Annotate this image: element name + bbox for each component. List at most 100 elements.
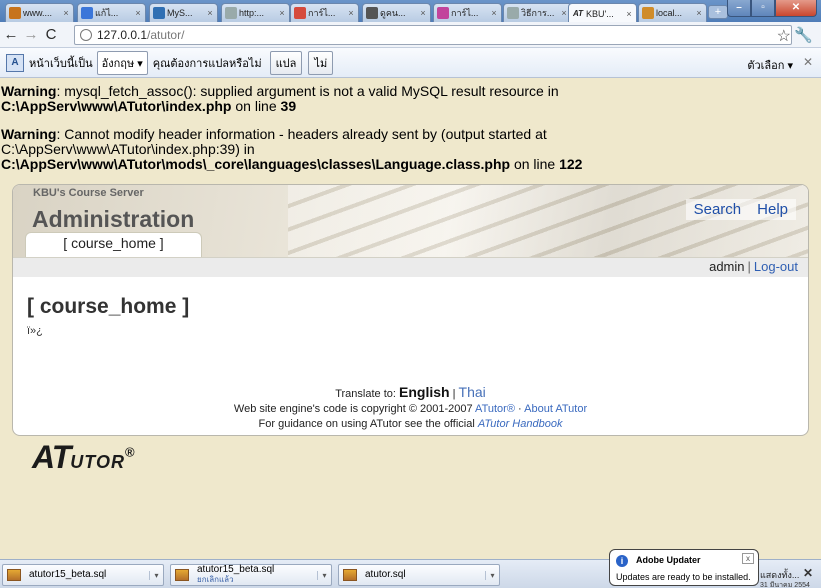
notification-close-icon[interactable]: x — [742, 553, 754, 564]
new-tab-button[interactable]: + — [708, 5, 728, 19]
translate-options-menu[interactable]: ตัวเลือก ▾ — [747, 56, 793, 74]
logo-rest: UTOR — [70, 452, 125, 472]
atutor-page: KBU's Course Server Administration [ cou… — [12, 184, 809, 436]
tab-title: การ์ไ... — [308, 8, 336, 18]
shelf-close-icon[interactable]: ✕ — [803, 566, 813, 580]
reload-button[interactable]: C — [42, 26, 60, 43]
warning-path: C:\AppServ\www\ATutor\mods\_core\languag… — [1, 156, 511, 172]
download-item[interactable]: atutor15_beta.sql ▾ — [2, 564, 164, 586]
cube-icon — [9, 7, 21, 19]
translate-infobar: A หน้าเว็บนี้เป็น อังกฤษ ▾ คุณต้องการแปล… — [0, 48, 821, 78]
tab-close-icon[interactable]: × — [205, 8, 215, 18]
translate-to-line: Translate to: English | Thai — [13, 385, 808, 402]
globe-icon — [80, 29, 92, 41]
garbled-text: ï»¿ — [27, 325, 43, 337]
help-link[interactable]: Help — [757, 201, 788, 218]
tab-close-icon[interactable]: × — [624, 9, 634, 19]
wrench-menu-icon[interactable]: 🔧 — [794, 26, 813, 44]
browser-tab[interactable]: AT KBU'... × — [568, 3, 637, 23]
flower-icon — [437, 7, 449, 19]
google-icon — [294, 7, 306, 19]
adobe-updater-notification[interactable]: i Adobe Updater x Updates are ready to b… — [609, 549, 759, 586]
logo-at: AT — [32, 439, 71, 475]
minimize-button[interactable]: – — [727, 0, 751, 17]
bookmark-star-icon[interactable]: ☆ — [777, 26, 791, 46]
tab-close-icon[interactable]: × — [133, 8, 143, 18]
copyright-line: Web site engine's code is copyright © 20… — [13, 402, 808, 417]
source-language-select[interactable]: อังกฤษ ▾ — [96, 50, 148, 75]
tab-close-icon[interactable]: × — [61, 8, 71, 18]
page-icon — [507, 7, 519, 19]
translate-message: หน้าเว็บนี้เป็น — [29, 57, 93, 70]
page-title: [ course_home ] — [27, 295, 190, 318]
guidance-text: For guidance on using ATutor see the off… — [258, 418, 478, 430]
copyright-text: Web site engine's code is copyright © 20… — [233, 403, 476, 415]
google-icon — [81, 7, 93, 19]
sql-file-icon — [343, 569, 357, 581]
browser-tab[interactable]: local... × — [638, 3, 707, 22]
download-menu-arrow[interactable]: ▾ — [317, 570, 331, 580]
browser-tab[interactable]: การ์ไ... × — [433, 3, 502, 22]
page-icon — [225, 7, 237, 19]
tab-close-icon[interactable]: × — [694, 8, 704, 18]
sql-file-icon — [175, 569, 189, 581]
translate-question: คุณต้องการแปลหรือไม่ — [152, 57, 262, 70]
notification-text: Updates are ready to be installed. — [616, 572, 751, 582]
tab-close-icon[interactable]: × — [418, 8, 428, 18]
browser-tab[interactable]: วิธีการ... × — [503, 3, 572, 22]
atutor-footer: Translate to: English | Thai Web site en… — [13, 385, 808, 432]
download-menu-arrow[interactable]: ▾ — [149, 570, 163, 580]
tab-close-icon[interactable]: × — [277, 8, 287, 18]
atutor-link[interactable]: ATutor® — [475, 403, 515, 415]
tab-title: การ์ไ... — [451, 8, 479, 18]
download-menu-arrow[interactable]: ▾ — [485, 570, 499, 580]
logout-link[interactable]: Log-out — [754, 259, 798, 274]
warning-message-cont: C:\AppServ\www\ATutor\index.php:39) in — [1, 141, 255, 157]
download-item[interactable]: atutor15_beta.sql ยกเลิกแล้ว ▾ — [170, 564, 332, 586]
pma-icon — [642, 7, 654, 19]
info-icon: i — [616, 555, 628, 567]
tab-title: MyS... — [167, 8, 193, 18]
about-atutor-link[interactable]: About ATutor — [524, 403, 587, 415]
translate-button[interactable]: แปล — [269, 50, 303, 75]
php-warnings: Warning: mysql_fetch_assoc(): supplied a… — [1, 84, 819, 185]
close-window-button[interactable]: ✕ — [775, 0, 817, 17]
browser-toolbar: ← → C 127.0.0.1/atutor/ ☆ 🔧 — [0, 22, 821, 48]
tab-close-icon[interactable]: × — [489, 8, 499, 18]
tab-close-icon[interactable]: × — [346, 8, 356, 18]
browser-tab[interactable]: ดูคน... × — [362, 3, 431, 22]
search-link[interactable]: Search — [694, 201, 742, 218]
header-background-image — [288, 185, 808, 257]
site-name: KBU's Course Server — [33, 187, 144, 199]
address-bar[interactable]: 127.0.0.1/atutor/ — [74, 25, 792, 45]
atutor-handbook-link[interactable]: ATutor Handbook — [478, 418, 563, 430]
section-title: Administration — [32, 206, 195, 232]
browser-tab[interactable]: แก้ไ... × — [77, 3, 146, 22]
warning-1: Warning: mysql_fetch_assoc(): supplied a… — [1, 84, 819, 114]
username: admin — [709, 259, 745, 274]
forward-button[interactable]: → — [22, 26, 40, 43]
browser-tab[interactable]: การ์ไ... × — [290, 3, 359, 22]
tab-title: วิธีการ... — [521, 8, 555, 18]
browser-tab[interactable]: http:... × — [221, 3, 290, 22]
browser-tab[interactable]: www.... × — [5, 3, 74, 22]
infobar-close-icon[interactable]: ✕ — [803, 55, 813, 69]
tab-course-home[interactable]: [ course_home ] — [25, 232, 202, 257]
translate-to-label: Translate to: — [335, 388, 399, 400]
back-button[interactable]: ← — [2, 26, 20, 43]
warning-path: C:\AppServ\www\ATutor\index.php — [1, 98, 232, 114]
download-filename: atutor15_beta.sql — [197, 564, 275, 575]
tab-title: local... — [656, 8, 683, 18]
language-current: English — [399, 384, 450, 400]
no-translate-button[interactable]: ไม่ — [308, 50, 334, 75]
browser-tab[interactable]: MyS... × — [149, 3, 218, 22]
warning-message: : mysql_fetch_assoc(): supplied argument… — [56, 83, 559, 99]
phpmyadmin-icon — [153, 7, 165, 19]
address-host: 127.0.0.1 — [97, 28, 148, 42]
download-item[interactable]: atutor.sql ▾ — [338, 564, 500, 586]
maximize-button[interactable]: ▫ — [751, 0, 775, 17]
warning-on-line: on line — [510, 156, 560, 172]
warning-label: Warning — [1, 83, 57, 99]
sql-file-icon — [7, 569, 21, 581]
language-thai-link[interactable]: Thai — [459, 384, 486, 400]
